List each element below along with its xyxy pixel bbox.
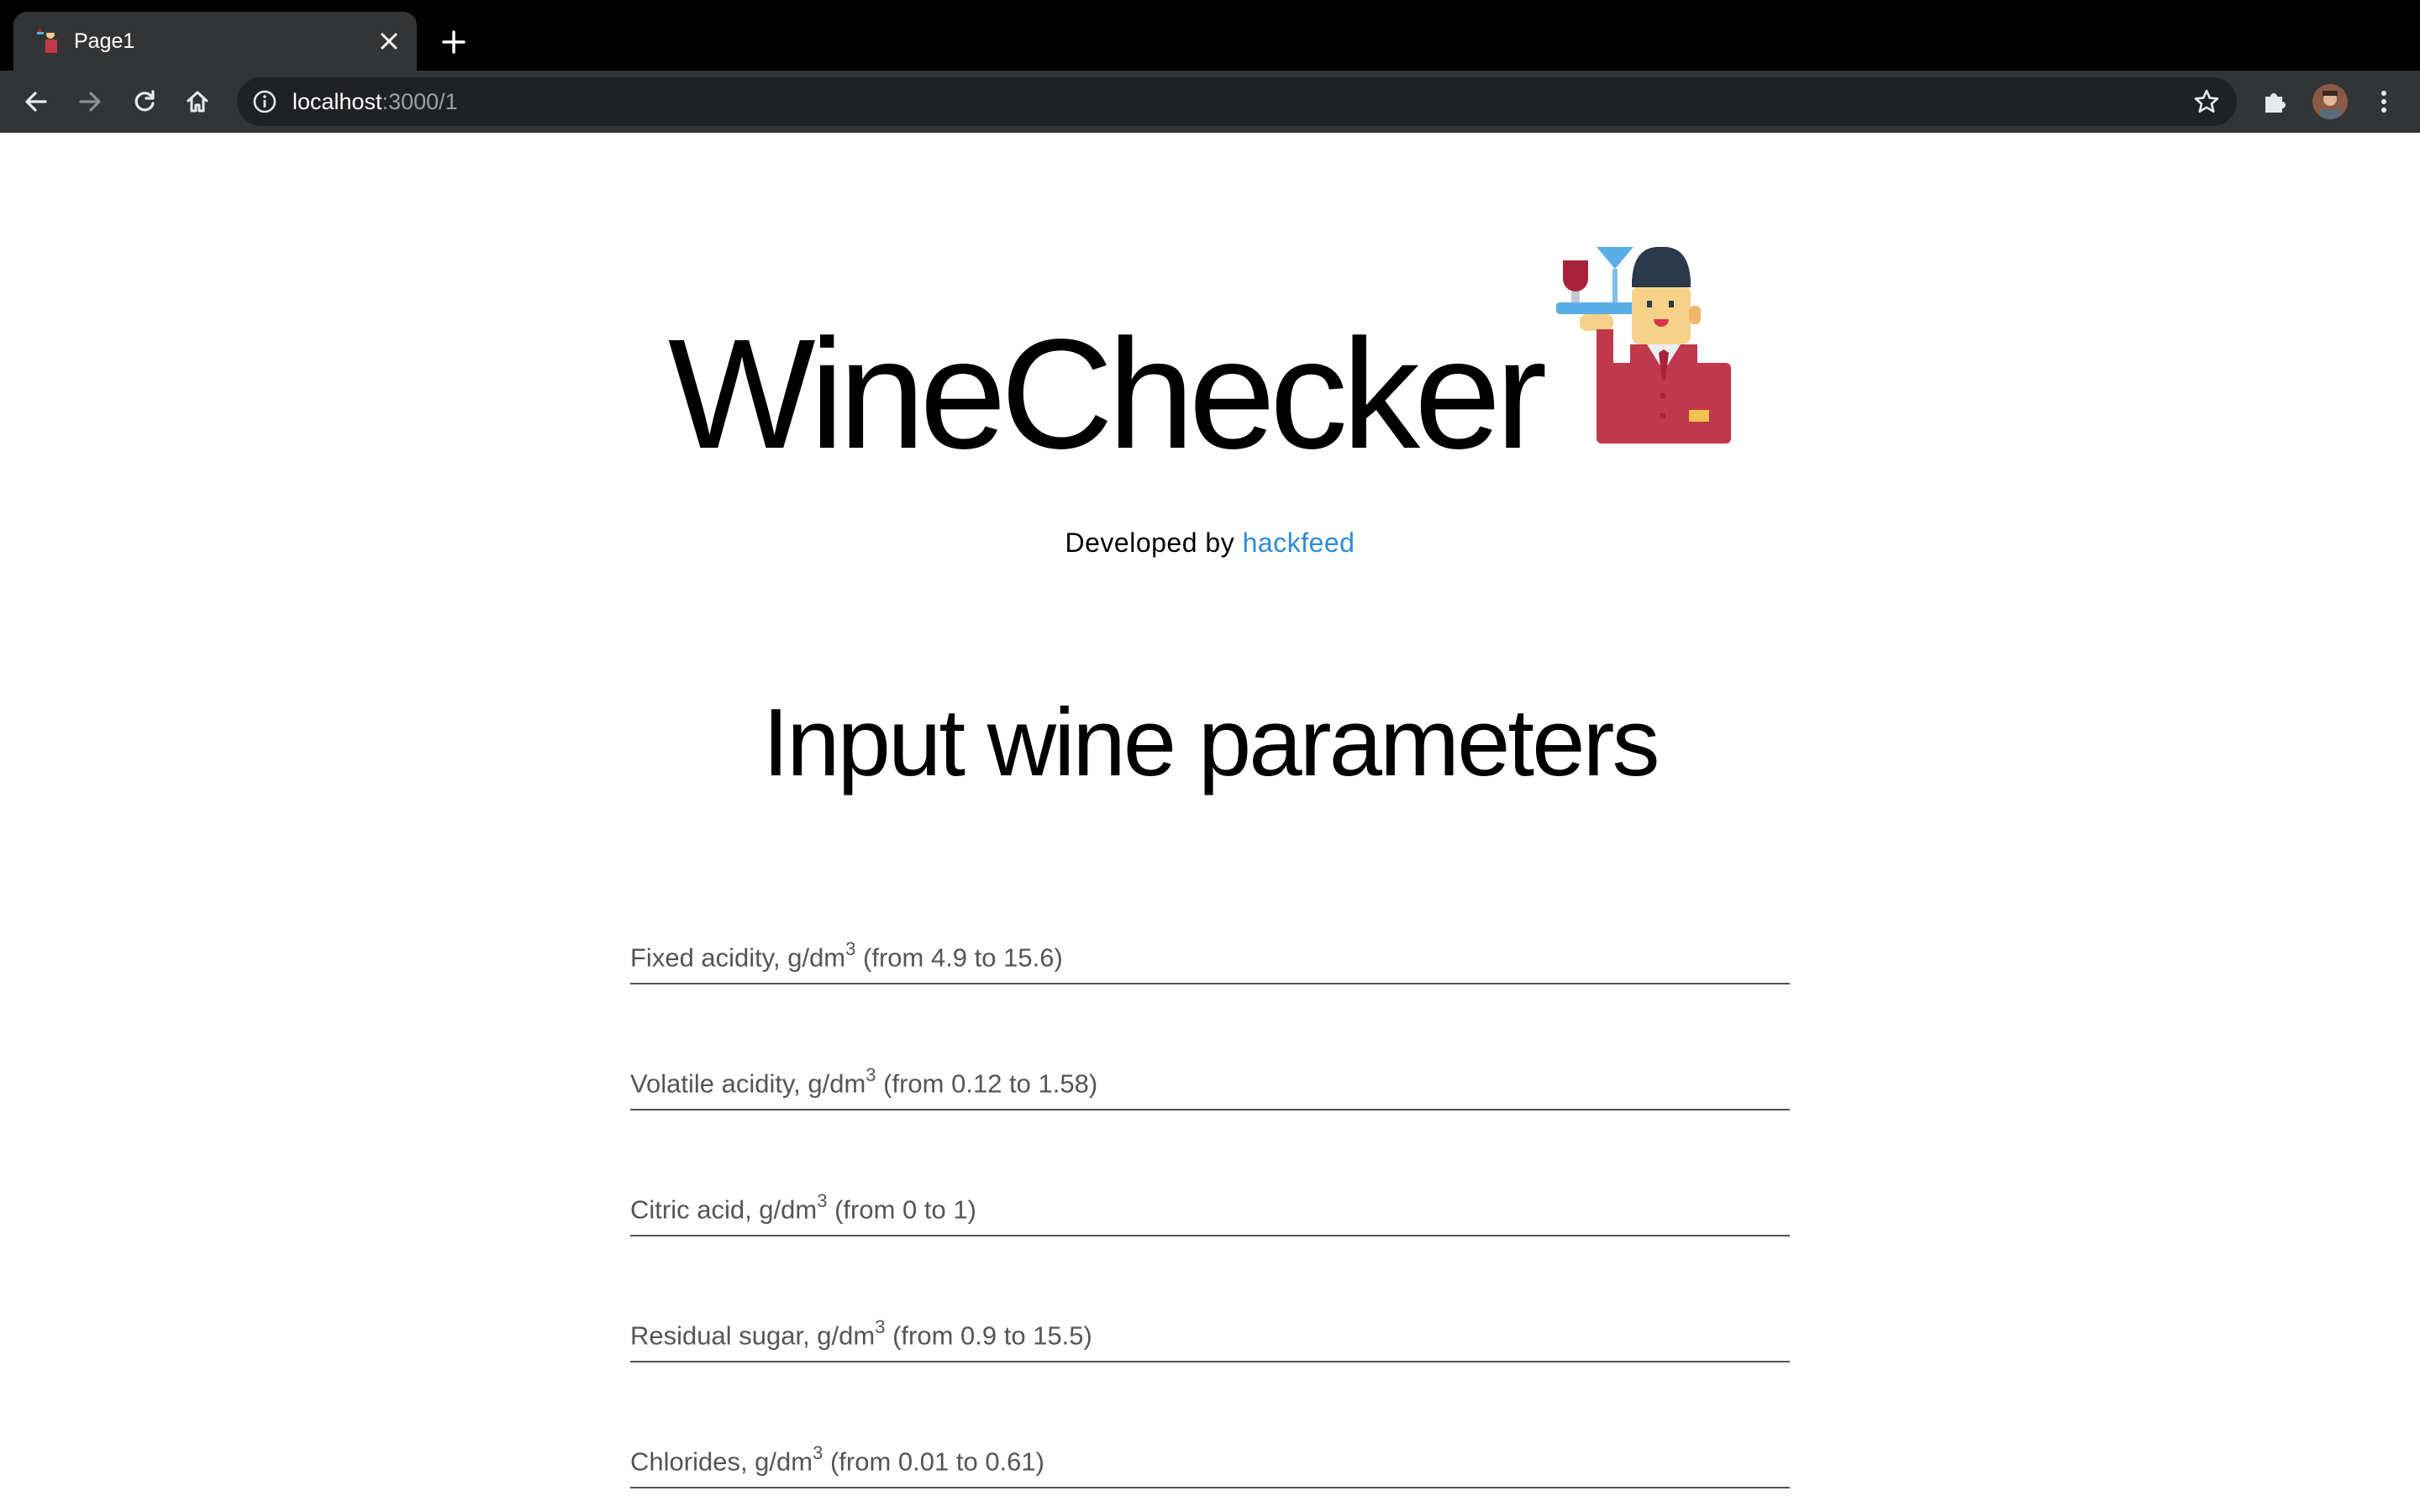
bookmark-star-icon[interactable] <box>2193 88 2220 115</box>
browser-toolbar: localhost:3000/1 <box>0 71 2420 133</box>
field-label: Volatile acidity, g/dm3 (from 0.12 to 1.… <box>630 1060 1097 1100</box>
address-bar[interactable]: localhost:3000/1 <box>237 77 2237 126</box>
close-tab-icon[interactable] <box>373 25 405 57</box>
form-title: Input wine parameters <box>762 690 1660 796</box>
new-tab-plus-icon[interactable] <box>435 24 472 60</box>
field-unit-exponent: 3 <box>817 1189 828 1211</box>
field-label: Residual sugar, g/dm3 (from 0.9 to 15.5) <box>630 1312 1092 1352</box>
field-name: Fixed acidity, g/dm <box>630 942 846 972</box>
field-name: Chlorides, g/dm <box>630 1446 813 1476</box>
citric-acid-field[interactable]: Citric acid, g/dm3 (from 0 to 1) <box>630 1176 1790 1236</box>
back-arrow-icon[interactable] <box>18 84 54 119</box>
forward-arrow-icon[interactable] <box>72 84 108 119</box>
field-unit-exponent: 3 <box>813 1441 823 1463</box>
url-path: :3000/1 <box>381 89 458 114</box>
hackfeed-link[interactable]: hackfeed <box>1243 528 1355 558</box>
field-label: Citric acid, g/dm3 (from 0 to 1) <box>630 1186 976 1226</box>
field-label: Fixed acidity, g/dm3 (from 4.9 to 15.6) <box>630 934 1063 974</box>
fixed-acidity-field[interactable]: Fixed acidity, g/dm3 (from 4.9 to 15.6) <box>630 924 1790 984</box>
home-icon[interactable] <box>180 84 215 119</box>
developed-by-line: Developed by hackfeed <box>0 524 2420 561</box>
tab-title: Page1 <box>74 29 135 53</box>
developed-by-text: Developed by <box>1065 528 1235 558</box>
url-text[interactable]: localhost:3000/1 <box>292 88 458 115</box>
field-name: Volatile acidity, g/dm <box>630 1068 866 1098</box>
field-unit-exponent: 3 <box>875 1315 886 1337</box>
field-name: Residual sugar, g/dm <box>630 1320 876 1350</box>
volatile-acidity-field[interactable]: Volatile acidity, g/dm3 (from 0.12 to 1.… <box>630 1050 1790 1110</box>
app-title: WineChecker <box>668 307 1547 481</box>
field-unit-exponent: 3 <box>865 1063 876 1085</box>
site-info-icon[interactable] <box>252 89 277 114</box>
field-name: Citric acid, g/dm <box>630 1194 818 1224</box>
field-range: (from 0.01 to 0.61) <box>829 1446 1044 1476</box>
reload-icon[interactable] <box>127 84 162 119</box>
waiter-favicon-icon <box>37 29 57 53</box>
field-range: (from 4.9 to 15.6) <box>863 942 1063 972</box>
field-label: Chlorides, g/dm3 (from 0.01 to 0.61) <box>630 1438 1044 1478</box>
waiter-illustration-icon <box>1556 246 1731 444</box>
tab-strip: Page1 <box>0 0 2420 71</box>
browser-tab[interactable]: Page1 <box>13 12 417 71</box>
field-range: (from 0 to 1) <box>834 1194 976 1224</box>
field-range: (from 0.9 to 15.5) <box>892 1320 1092 1350</box>
field-range: (from 0.12 to 1.58) <box>883 1068 1098 1098</box>
chlorides-field[interactable]: Chlorides, g/dm3 (from 0.01 to 0.61) <box>630 1428 1790 1488</box>
profile-avatar[interactable] <box>2312 84 2348 119</box>
url-host: localhost <box>292 89 382 114</box>
residual-sugar-field[interactable]: Residual sugar, g/dm3 (from 0.9 to 15.5) <box>630 1302 1790 1362</box>
field-unit-exponent: 3 <box>845 937 856 959</box>
extensions-puzzle-icon[interactable] <box>2257 84 2292 119</box>
more-menu-icon[interactable] <box>2366 84 2402 119</box>
